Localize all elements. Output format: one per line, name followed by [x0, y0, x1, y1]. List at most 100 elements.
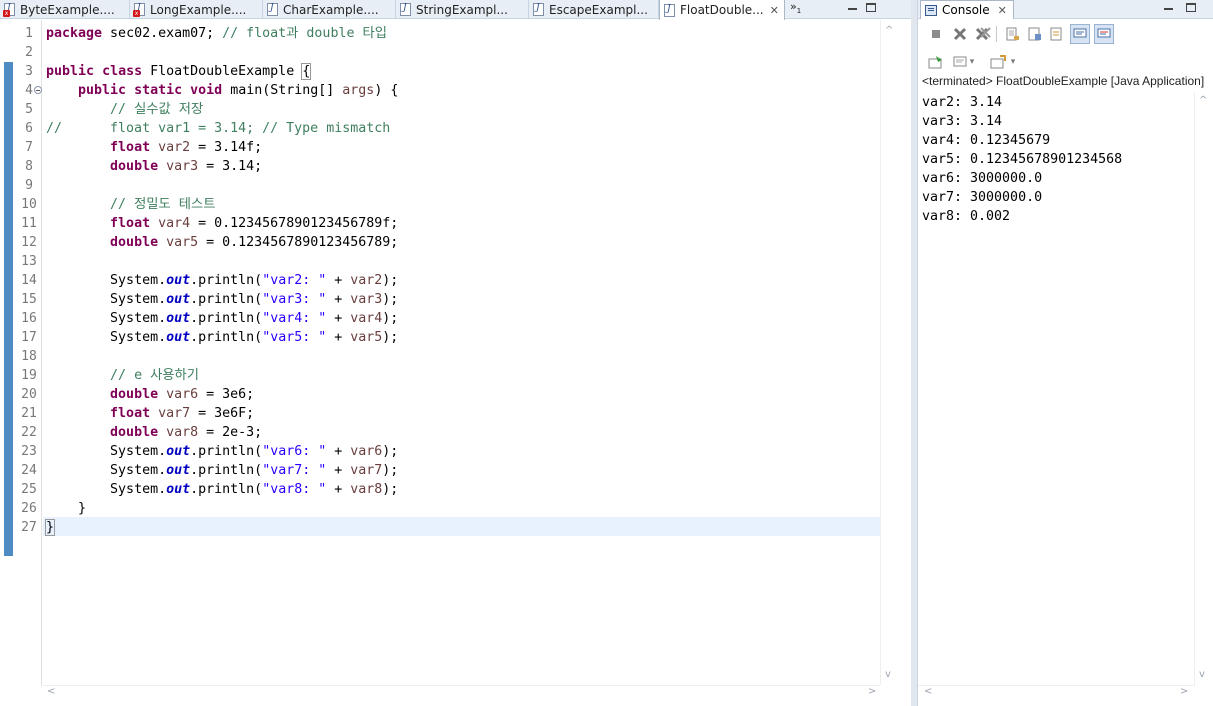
line-number: 24 [21, 463, 37, 478]
code-line-1: package sec02.exam07; // float과 double 타… [46, 26, 387, 41]
console-output-line: var5: 0.12345678901234568 [922, 152, 1123, 167]
code-line-17: System.out.println("var5: " + var5); [110, 330, 399, 345]
chevron-down-icon[interactable]: ▾ [967, 52, 977, 72]
java-file-error-icon: Jx [133, 3, 145, 17]
line-number-gutter: 1 2 3 4 5 6 7 8 9 10 11 12 13 14 15 16 17 18 19 20 21 22 23 24 2… [16, 20, 42, 686]
overflow-count: 1 [796, 7, 802, 16]
code-line-26: } [78, 501, 87, 516]
line-number: 19 [21, 368, 37, 383]
line-number: 22 [21, 425, 37, 440]
scroll-right-icon[interactable]: > [1180, 687, 1188, 697]
toolbar-separator [996, 26, 997, 42]
tab-overflow-button[interactable]: »1 [790, 0, 801, 15]
console-output-line: var7: 3000000.0 [922, 190, 1043, 205]
line-number: 8 [25, 159, 33, 174]
console-tab-label: Console [942, 3, 990, 17]
console-output-line: var6: 3000000.0 [922, 171, 1043, 186]
terminate-icon[interactable] [926, 24, 946, 44]
open-console-icon[interactable] [988, 52, 1008, 72]
console-tabbar: Console ✕ [918, 0, 1213, 19]
pin-console-icon[interactable] [926, 52, 946, 72]
close-icon[interactable]: ✕ [998, 4, 1007, 17]
tab-char-example[interactable]: J CharExample.... [263, 0, 396, 19]
scroll-left-icon[interactable]: < [924, 687, 932, 697]
scroll-up-icon[interactable]: ^ [1199, 96, 1207, 106]
code-line-19: // e 사용하기 [110, 368, 200, 383]
code-line-10: // 정밀도 테스트 [110, 197, 216, 212]
scroll-left-icon[interactable]: < [47, 687, 55, 697]
scroll-down-icon[interactable]: v [1199, 670, 1205, 680]
close-icon[interactable]: ✕ [770, 4, 779, 17]
line-number: 10 [21, 197, 37, 212]
show-console-on-stdout-icon[interactable] [1070, 24, 1090, 44]
console-horizontal-scrollbar[interactable]: < > [918, 685, 1194, 699]
line-number: 5 [25, 102, 33, 117]
show-console-on-stderr-icon[interactable] [1094, 24, 1114, 44]
line-number: 1 [25, 26, 33, 41]
tab-label: FloatDouble... [680, 3, 764, 17]
console-vertical-scrollbar[interactable]: ^ v [1194, 92, 1211, 686]
editor-horizontal-scrollbar[interactable]: < > [43, 685, 880, 699]
tab-escape-example[interactable]: J EscapeExampl... [529, 0, 659, 19]
tab-string-example[interactable]: J StringExampl... [396, 0, 529, 19]
code-editor[interactable]: package sec02.exam07; // float과 double 타… [43, 20, 880, 685]
maximize-button[interactable] [866, 3, 876, 12]
line-number: 12 [21, 235, 37, 250]
tab-float-double-example[interactable]: J FloatDouble... ✕ [659, 0, 785, 20]
code-line-7: float var2 = 3.14f; [110, 140, 263, 155]
overview-ruler-left [0, 20, 16, 686]
clear-console-icon[interactable] [1003, 24, 1023, 44]
console-output[interactable]: var2: 3.14 var3: 3.14 var4: 0.12345679 v… [922, 93, 1192, 226]
text-caret [54, 519, 56, 535]
console-output-line: var4: 0.12345679 [922, 133, 1051, 148]
console-pane: Console ✕ ▾ ▾ <terminated> FloatDoubleEx… [917, 0, 1213, 706]
editor-vertical-scrollbar[interactable]: ^ v [880, 20, 897, 685]
code-line-14: System.out.println("var2: " + var2); [110, 273, 399, 288]
java-file-icon: J [533, 3, 544, 16]
change-marker [4, 62, 13, 556]
code-line-6: // float var1 = 3.14; // Type mismatch [46, 121, 391, 136]
tab-label: CharExample.... [283, 2, 379, 17]
chevron-double-right-icon: » [790, 0, 797, 13]
console-output-line: var8: 0.002 [922, 209, 1011, 224]
fold-collapse-icon[interactable] [34, 86, 42, 94]
code-line-25: System.out.println("var8: " + var8); [110, 482, 399, 497]
tab-long-example[interactable]: Jx LongExample.... [130, 0, 263, 19]
chevron-down-icon[interactable]: ▾ [1008, 52, 1018, 72]
scroll-up-icon[interactable]: ^ [885, 26, 893, 36]
code-line-5: // 실수값 저장 [110, 102, 204, 117]
overview-ruler-right [897, 20, 911, 686]
scroll-right-icon[interactable]: > [868, 687, 876, 697]
line-number: 21 [21, 406, 37, 421]
tab-byte-example[interactable]: Jx ByteExample.... [0, 0, 130, 19]
code-line-8: double var3 = 3.14; [110, 159, 263, 174]
tab-label: EscapeExampl... [549, 2, 648, 17]
console-output-line: var2: 3.14 [922, 95, 1003, 110]
java-file-icon: J [400, 3, 411, 16]
tab-label: LongExample.... [150, 2, 247, 17]
scroll-lock-icon[interactable] [1025, 24, 1045, 44]
minimize-button[interactable] [847, 2, 859, 14]
word-wrap-icon[interactable] [1047, 24, 1067, 44]
editor-tabbar: Jx ByteExample.... Jx LongExample.... J … [0, 0, 914, 20]
tab-label: ByteExample.... [20, 2, 115, 17]
line-number: 26 [21, 501, 37, 516]
remove-launch-icon[interactable] [950, 24, 970, 44]
line-number: 18 [21, 349, 37, 364]
scroll-down-icon[interactable]: v [885, 670, 891, 680]
maximize-button[interactable] [1186, 3, 1196, 12]
code-line-11: float var4 = 0.1234567890123456789f; [110, 216, 399, 231]
remove-all-terminated-icon[interactable] [973, 24, 993, 44]
console-icon [925, 4, 937, 16]
line-number: 15 [21, 292, 37, 307]
code-line-3: public class FloatDoubleExample { [46, 63, 312, 80]
line-number: 7 [25, 140, 33, 155]
line-number: 20 [21, 387, 37, 402]
code-line-21: float var7 = 3e6F; [110, 406, 255, 421]
tab-console[interactable]: Console ✕ [920, 0, 1014, 19]
java-file-error-icon: Jx [3, 3, 15, 17]
code-line-15: System.out.println("var3: " + var3); [110, 292, 399, 307]
line-number: 9 [25, 178, 33, 193]
minimize-button[interactable] [1163, 2, 1175, 14]
code-line-22: double var8 = 2e-3; [110, 425, 263, 440]
